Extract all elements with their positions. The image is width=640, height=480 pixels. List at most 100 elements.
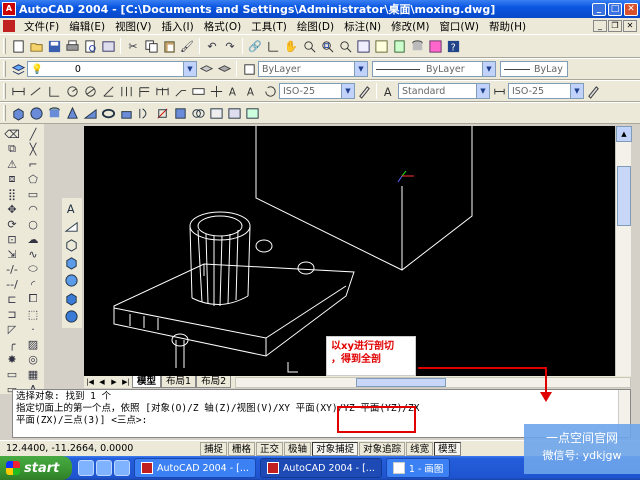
wedge-view-icon[interactable] <box>63 218 79 234</box>
autocad-app-icon[interactable]: A <box>2 2 16 16</box>
dimension-text-edit-icon[interactable]: A <box>244 83 260 99</box>
trim-icon[interactable]: -/- <box>3 262 21 276</box>
spline-icon[interactable]: ∿ <box>24 247 42 261</box>
help-icon[interactable]: ? <box>445 38 461 54</box>
point-icon[interactable]: · <box>24 322 42 336</box>
new-file-icon[interactable] <box>10 38 26 54</box>
layer-dropdown[interactable]: 💡 0 ▼ <box>27 61 197 77</box>
shaded-box-icon[interactable] <box>63 254 79 270</box>
menu-dimension[interactable]: 标注(N) <box>339 19 386 34</box>
prev-tab-icon[interactable]: ◀ <box>96 377 108 387</box>
rotate-icon[interactable]: ⟳ <box>3 217 21 231</box>
start-button[interactable]: start <box>0 456 72 480</box>
polyline-icon[interactable]: ⌐ <box>24 157 42 171</box>
arc-icon[interactable]: ◠ <box>24 202 42 216</box>
radius-dimension-icon[interactable] <box>64 83 80 99</box>
publish-icon[interactable] <box>100 38 116 54</box>
scale-icon[interactable]: ⊡ <box>3 232 21 246</box>
make-current-layer-icon[interactable] <box>198 61 214 77</box>
insert-block-icon[interactable]: ⧠ <box>24 292 42 306</box>
zoom-realtime-icon[interactable] <box>301 38 317 54</box>
menu-edit[interactable]: 编辑(E) <box>64 19 110 34</box>
maximize-button[interactable]: □ <box>608 2 622 16</box>
doc-close-button[interactable]: ✕ <box>623 20 637 32</box>
setup-drawing-icon[interactable] <box>208 105 224 121</box>
grid-toggle[interactable]: 栅格 <box>228 441 256 456</box>
doc-restore-button[interactable]: ❐ <box>608 20 622 32</box>
copy-object-icon[interactable]: ⧉ <box>3 142 21 156</box>
make-block-icon[interactable]: ⬚ <box>24 307 42 321</box>
extra-tool-1-icon[interactable]: ▭ <box>3 367 21 381</box>
next-tab-icon[interactable]: ▶ <box>108 377 120 387</box>
menu-view[interactable]: 视图(V) <box>110 19 156 34</box>
taskbar-item-autocad-1[interactable]: AutoCAD 2004 - [... <box>134 458 256 478</box>
toolbar-grip[interactable] <box>3 61 6 77</box>
ordinate-dimension-icon[interactable] <box>46 83 62 99</box>
menu-modify[interactable]: 修改(M) <box>386 19 434 34</box>
extrude-icon[interactable] <box>118 105 134 121</box>
tool-palettes-icon[interactable] <box>391 38 407 54</box>
zoom-window-icon[interactable] <box>319 38 335 54</box>
box-solid-icon[interactable] <box>10 105 26 121</box>
tab-layout1[interactable]: 布局1 <box>161 376 197 388</box>
markup-icon[interactable] <box>427 38 443 54</box>
construction-line-icon[interactable]: ╳ <box>24 142 42 156</box>
revolve-icon[interactable] <box>136 105 152 121</box>
slice-icon[interactable] <box>154 105 170 121</box>
ie-icon[interactable] <box>78 460 94 476</box>
menu-help[interactable]: 帮助(H) <box>484 19 531 34</box>
stretch-icon[interactable]: ⇲ <box>3 247 21 261</box>
extend-icon[interactable]: --/ <box>3 277 21 291</box>
chamfer-icon[interactable]: ◸ <box>3 322 21 336</box>
flat-shade-icon[interactable] <box>63 308 79 324</box>
cut-icon[interactable]: ✂ <box>125 38 141 54</box>
ucs-icon[interactable] <box>265 38 281 54</box>
dimension-update-icon[interactable] <box>262 83 278 99</box>
properties-icon[interactable] <box>355 38 371 54</box>
menu-file[interactable]: 文件(F) <box>19 19 64 34</box>
move-icon[interactable]: ✥ <box>3 202 21 216</box>
tolerance-icon[interactable] <box>190 83 206 99</box>
taskbar-item-paint[interactable]: 1 - 画图 <box>385 458 451 478</box>
interference-icon[interactable] <box>190 105 206 121</box>
rectangle-icon[interactable]: ▭ <box>24 187 42 201</box>
wireframe-box-icon[interactable] <box>63 236 79 252</box>
ellipse-icon[interactable]: ⬭ <box>24 262 42 276</box>
doc-minimize-button[interactable]: _ <box>593 20 607 32</box>
dimension-style-dropdown[interactable]: ISO-25 ▼ <box>279 83 355 99</box>
first-tab-icon[interactable]: |◀ <box>84 377 96 387</box>
minimize-button[interactable]: _ <box>592 2 606 16</box>
continue-dimension-icon[interactable] <box>154 83 170 99</box>
cylinder-solid-icon[interactable] <box>46 105 62 121</box>
circle-icon[interactable]: ○ <box>24 217 42 231</box>
text-tool-icon[interactable]: A <box>63 200 79 216</box>
menu-draw[interactable]: 绘图(D) <box>292 19 339 34</box>
show-desktop-icon[interactable] <box>114 460 130 476</box>
center-mark-icon[interactable] <box>208 83 224 99</box>
region-icon[interactable]: ◎ <box>24 352 42 366</box>
vertical-scrollbar[interactable]: ▲ <box>615 126 632 376</box>
snap-toggle[interactable]: 捕捉 <box>200 441 228 456</box>
hatch-icon[interactable]: ▨ <box>24 337 42 351</box>
angular-dimension-icon[interactable] <box>100 83 116 99</box>
gouraud-icon[interactable] <box>63 290 79 306</box>
setup-view-icon[interactable] <box>226 105 242 121</box>
hyperlink-icon[interactable]: 🔗 <box>247 38 263 54</box>
explode-icon[interactable]: ✸ <box>3 352 21 366</box>
polar-toggle[interactable]: 极轴 <box>284 441 312 456</box>
zoom-previous-icon[interactable] <box>337 38 353 54</box>
horizontal-scrollbar[interactable] <box>235 376 631 388</box>
paste-icon[interactable] <box>161 38 177 54</box>
toolbar-grip[interactable] <box>3 38 6 54</box>
aligned-dimension-icon[interactable] <box>28 83 44 99</box>
sphere-solid-icon[interactable] <box>28 105 44 121</box>
media-player-icon[interactable] <box>96 460 112 476</box>
table-style-icon[interactable] <box>585 83 601 99</box>
toolbar-grip[interactable] <box>3 83 6 99</box>
print-preview-icon[interactable] <box>82 38 98 54</box>
text-style-dropdown[interactable]: Standard ▼ <box>398 83 490 99</box>
pan-icon[interactable]: ✋ <box>283 38 299 54</box>
mirror-icon[interactable]: ⚠ <box>3 157 21 171</box>
taskbar-item-autocad-2[interactable]: AutoCAD 2004 - [... <box>259 458 382 478</box>
fillet-icon[interactable]: ╭ <box>3 337 21 351</box>
